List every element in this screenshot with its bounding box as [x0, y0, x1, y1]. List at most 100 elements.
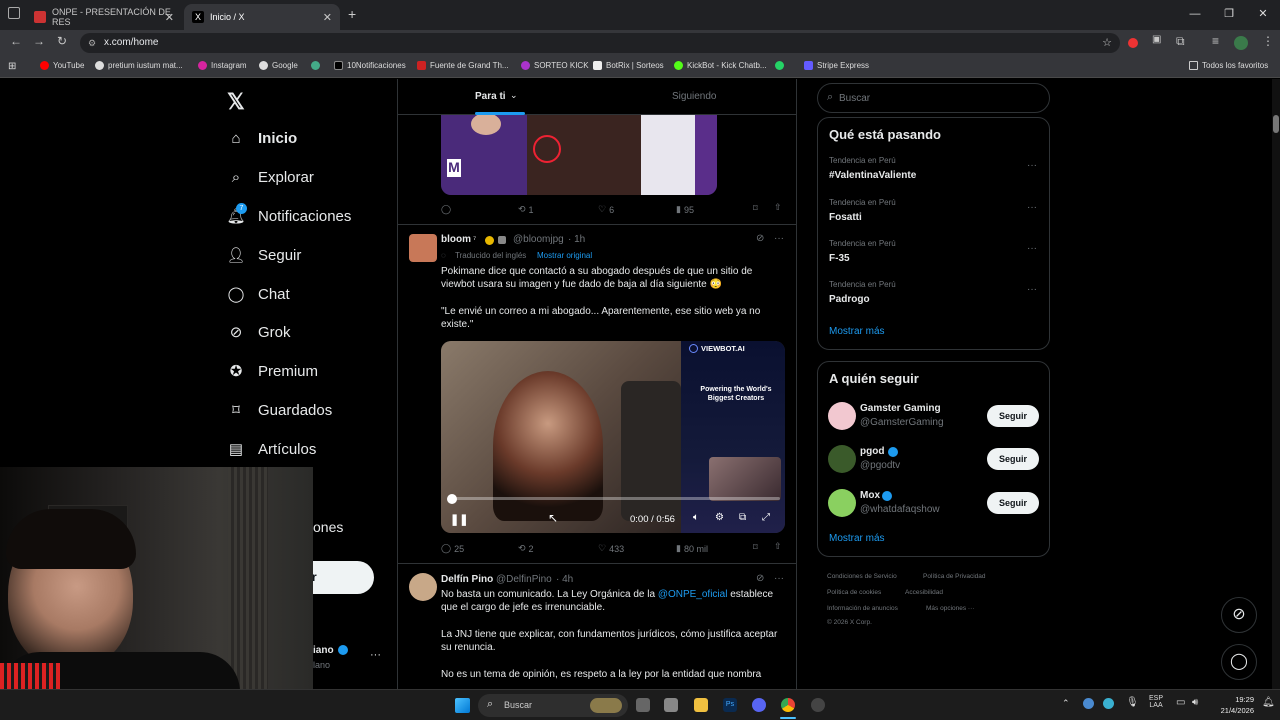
more-icon[interactable]: ···: [1027, 202, 1037, 213]
footer-link[interactable]: Condiciones de Servicio: [827, 573, 897, 580]
footer-link[interactable]: Política de cookies: [827, 589, 881, 596]
notifications-icon[interactable]: 🔔︎: [1262, 697, 1275, 708]
follow-name[interactable]: Mox: [860, 490, 880, 501]
scrollbar-thumb[interactable]: [1273, 115, 1279, 133]
extension-icon[interactable]: ▣: [1152, 34, 1161, 45]
show-more-trends-link[interactable]: Mostrar más: [829, 326, 885, 337]
tab-para-ti[interactable]: Para ti: [475, 91, 506, 102]
video-scrubber[interactable]: [447, 494, 457, 504]
back-icon[interactable]: ←: [10, 34, 22, 48]
views-button[interactable]: ▮ 80 mil: [676, 543, 708, 554]
trend-item[interactable]: Tendencia en Perú Padrogo ···: [818, 280, 1049, 320]
bookmark-pretium[interactable]: pretium iustum mat...: [95, 61, 183, 70]
follow-name[interactable]: Gamster Gaming: [860, 403, 941, 414]
retweet-button[interactable]: ⟲ 2: [518, 543, 534, 554]
trend-item[interactable]: Tendencia en Perú #ValentinaValiente ···: [818, 156, 1049, 196]
site-info-icon[interactable]: ⚙: [88, 33, 96, 53]
close-tab-icon[interactable]: ✕: [165, 11, 174, 24]
bookmark-kickbot[interactable]: KickBot - Kick Chatb...: [674, 61, 767, 70]
avatar[interactable]: [828, 489, 856, 517]
avatar[interactable]: [409, 573, 437, 601]
account-menu-icon[interactable]: ···: [370, 649, 381, 661]
like-button[interactable]: ♡ 6: [598, 204, 614, 215]
x-logo-icon[interactable]: 𝕏: [227, 89, 245, 115]
tweet-author-handle[interactable]: @bloomjpg: [513, 234, 564, 245]
tab-onpe[interactable]: ONPE - PRESENTACIÓN DE RES ✕: [26, 4, 182, 30]
nav-item-bookmarks[interactable]: ⌑ Guardados: [227, 401, 332, 420]
extension-icon[interactable]: [1128, 38, 1138, 48]
volume-icon[interactable]: 🔈︎: [693, 512, 699, 523]
all-bookmarks[interactable]: Todos los favoritos: [1189, 61, 1268, 70]
bookmark-stripe[interactable]: Stripe Express: [804, 61, 869, 70]
more-icon[interactable]: ···: [1027, 243, 1037, 254]
forward-icon[interactable]: →: [33, 34, 45, 48]
bookmark-botrix[interactable]: BotRix | Sorteos: [593, 61, 664, 70]
bookmark-tweet-icon[interactable]: ⌑: [753, 203, 758, 214]
bookmark-grand-theft[interactable]: Fuente de Grand Th...: [417, 61, 509, 70]
bookmark-icon-only[interactable]: [311, 61, 320, 70]
page-scrollbar[interactable]: [1272, 79, 1280, 689]
fullscreen-icon[interactable]: ⤢: [762, 512, 770, 523]
close-tab-icon[interactable]: ✕: [323, 11, 332, 24]
follow-button[interactable]: Seguir: [987, 405, 1039, 427]
photoshop-icon[interactable]: Ps: [723, 698, 737, 712]
retweet-button[interactable]: ⟲ 1: [518, 204, 534, 215]
bookmark-whatsapp[interactable]: [775, 61, 784, 70]
search-input[interactable]: Buscar: [839, 93, 870, 104]
video-progress-bar[interactable]: [450, 497, 780, 500]
messages-float-button[interactable]: ◯: [1221, 644, 1257, 680]
follow-suggestion[interactable]: Gamster Gaming @GamsterGaming Seguir: [818, 400, 1049, 432]
reply-button[interactable]: ◯: [441, 204, 454, 215]
nav-item-partial[interactable]: ones: [313, 519, 343, 535]
bookmark-star-icon[interactable]: ☆: [1102, 33, 1112, 53]
more-icon[interactable]: ···: [1027, 284, 1037, 295]
minimize-icon[interactable]: —: [1178, 0, 1212, 30]
reading-list-icon[interactable]: ≡: [1212, 34, 1219, 48]
nav-item-home[interactable]: ⌂ Inicio: [227, 129, 297, 147]
nav-item-explore[interactable]: ⌕ Explorar: [227, 168, 314, 186]
grok-float-button[interactable]: ⊘: [1221, 597, 1257, 633]
tweet-image[interactable]: M: [441, 115, 717, 195]
tray-app-icon[interactable]: [1103, 698, 1114, 709]
mention-link[interactable]: @ONPE_oficial: [658, 589, 728, 600]
trend-item[interactable]: Tendencia en Perú Fosatti ···: [818, 198, 1049, 238]
reply-button[interactable]: ◯ 25: [441, 543, 464, 554]
language-indicator[interactable]: ESP LAA: [1149, 695, 1163, 709]
follow-name[interactable]: pgod: [860, 446, 884, 457]
settings-gear-icon[interactable]: ⚙: [715, 512, 724, 523]
avatar[interactable]: [828, 445, 856, 473]
restore-icon[interactable]: ❐: [1212, 0, 1246, 30]
show-original-link[interactable]: Mostrar original: [537, 251, 592, 260]
extensions-puzzle-icon[interactable]: ⧉: [1176, 34, 1185, 49]
bookmark-youtube[interactable]: YouTube: [40, 61, 84, 70]
clock[interactable]: 19:29 21/4/2026: [1212, 694, 1254, 716]
app-icon[interactable]: [811, 698, 825, 712]
views-button[interactable]: ▮ 95: [676, 204, 694, 215]
menu-kebab-icon[interactable]: ⋮: [1262, 34, 1274, 48]
tab-siguiendo[interactable]: Siguiendo: [672, 91, 716, 102]
tweet-author-name[interactable]: bloom: [441, 234, 471, 245]
apps-grid-icon[interactable]: ⊞: [8, 61, 16, 72]
windows-start-icon[interactable]: [455, 698, 470, 713]
video-player[interactable]: VIEWBOT.AI Powering the World's Biggest …: [441, 341, 785, 533]
nav-item-chat[interactable]: ◯ Chat: [227, 285, 290, 304]
bookmark-google[interactable]: Google: [259, 61, 298, 70]
more-icon[interactable]: ···: [774, 233, 784, 244]
chevron-down-icon[interactable]: ⌄: [510, 90, 518, 101]
like-button[interactable]: ♡ 433: [598, 543, 624, 554]
footer-link[interactable]: Más opciones ···: [926, 605, 974, 612]
tweet-author-name[interactable]: Delfín Pino: [441, 574, 493, 585]
tab-search-icon[interactable]: [8, 7, 20, 19]
network-icon[interactable]: ▭: [1176, 697, 1185, 708]
tray-app-icon[interactable]: [1083, 698, 1094, 709]
bookmark-instagram[interactable]: Instagram: [198, 61, 247, 70]
tweet-time[interactable]: · 4h: [556, 574, 573, 585]
nav-item-notifications[interactable]: 🔔︎ 7 Notificaciones: [226, 203, 351, 225]
nav-item-articles[interactable]: ▤ Artículos: [227, 440, 316, 459]
search-box[interactable]: ⌕ Buscar: [817, 83, 1050, 113]
follow-button[interactable]: Seguir: [987, 448, 1039, 470]
bookmark-tweet-icon[interactable]: ⌑: [753, 542, 758, 553]
grok-icon[interactable]: ⊘: [756, 233, 764, 244]
follow-suggestion[interactable]: pgod @pgodtv Seguir: [818, 443, 1049, 475]
footer-link[interactable]: Política de Privacidad: [923, 573, 986, 580]
